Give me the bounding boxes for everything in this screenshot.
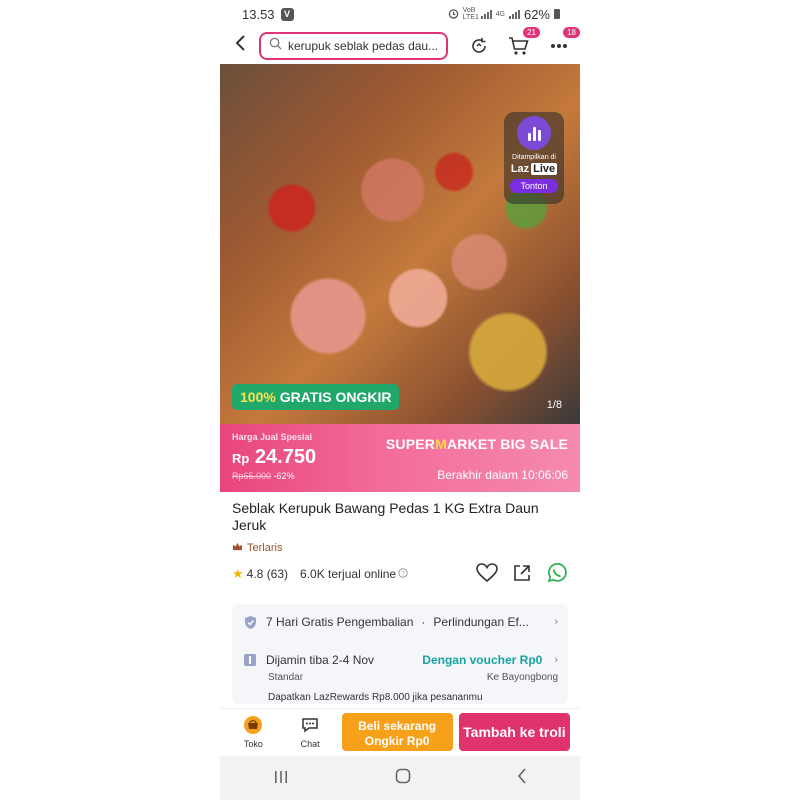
status-bar: 13.53 V VoB LTE1 4G 62% (220, 0, 580, 28)
signal-icon-2 (508, 9, 520, 19)
supermarket-big-sale-logo: SUPERMARKET BIG SALE (385, 436, 568, 452)
watch-live-button[interactable]: Tonton (510, 179, 558, 193)
alarm-icon (448, 7, 459, 22)
original-price: Rp65.000 -62% (232, 471, 295, 481)
protection-text: Perlindungan Ef... (433, 615, 529, 629)
delivery-box-icon (242, 652, 258, 668)
chat-label: Chat (300, 738, 320, 749)
info-icon[interactable]: ? (398, 567, 408, 581)
price-banner: Harga Jual Spesial Rp 24.750 Rp65.000 -6… (220, 424, 580, 492)
more-badge: 18 (563, 27, 580, 38)
laz-live-widget[interactable]: Ditampilkan di Laz Live Tonton (504, 112, 564, 204)
system-nav-bar (220, 756, 580, 800)
add-to-cart-button[interactable]: Tambah ke troli (458, 712, 570, 751)
bestseller-badge: Terlaris (220, 534, 580, 554)
store-icon (243, 715, 263, 737)
recent-apps-icon[interactable] (273, 768, 289, 789)
crown-icon (232, 542, 243, 554)
returns-text: 7 Hari Gratis Pengembalian (266, 615, 414, 629)
system-back-icon[interactable] (517, 767, 527, 789)
chevron-right-icon: › (554, 654, 558, 666)
live-bars-icon (517, 116, 551, 150)
top-nav: 21 18 (220, 27, 580, 64)
signal-icon (480, 9, 492, 19)
voucher-text: Dengan voucher Rp0 (422, 653, 543, 667)
shipping-destination: Ke Bayongbong (486, 672, 558, 683)
current-price: Rp 24.750 (232, 446, 317, 468)
rating-row: ★ 4.8 (63) 6.0K terjual online ? (220, 554, 580, 594)
whatsapp-icon[interactable] (546, 562, 568, 587)
store-label: Toko (243, 738, 263, 749)
battery-icon (554, 9, 560, 19)
chat-button[interactable]: Chat (285, 715, 336, 749)
chevron-right-icon: › (554, 616, 558, 628)
shipping-detail: Standar Ke Bayongbong (242, 672, 558, 688)
battery-percent: 62% (523, 6, 550, 22)
search-icon (269, 37, 282, 55)
product-title: Seblak Kerupuk Bawang Pedas 1 KG Extra D… (232, 500, 539, 533)
network-type: 4G (495, 10, 505, 18)
shield-icon (242, 614, 258, 630)
laz-live-logo: Laz Live (510, 163, 558, 175)
star-icon: ★ (232, 566, 244, 581)
status-time: 13.53 (242, 6, 275, 22)
more-options-icon[interactable]: 18 (548, 27, 580, 57)
service-info-box: 7 Hari Gratis Pengembalian · Perlindunga… (232, 604, 568, 704)
store-button[interactable]: Toko (228, 715, 279, 749)
product-image[interactable]: Ditampilkan di Laz Live Tonton 100% GRATI… (220, 64, 580, 424)
buy-now-button[interactable]: Beli sekarang Ongkir Rp0 (341, 712, 453, 751)
delivery-row[interactable]: Dijamin tiba 2-4 Nov Dengan voucher Rp0 … (242, 648, 558, 672)
volte-indicator: VoB LTE1 (462, 7, 479, 21)
wishlist-heart-icon[interactable] (476, 562, 498, 586)
image-counter: 1/8 (546, 399, 562, 411)
back-arrow-icon[interactable] (234, 34, 247, 58)
search-bar[interactable] (259, 32, 448, 60)
search-input[interactable] (288, 39, 438, 53)
free-shipping-badge: 100% GRATIS ONGKIR (232, 384, 400, 410)
cart-icon[interactable]: 21 (508, 27, 540, 57)
price-label: Harga Jual Spesial (232, 432, 313, 442)
review-count[interactable]: (63) (267, 567, 288, 581)
live-caption: Ditampilkan di (512, 154, 556, 161)
app-notification-icon: V (280, 7, 294, 21)
refresh-icon[interactable] (468, 35, 490, 57)
shipping-type: Standar (268, 672, 304, 683)
sale-countdown: Berakhir dalam 10:06:06 (437, 468, 568, 482)
chat-icon (300, 715, 320, 737)
share-icon[interactable] (512, 563, 532, 586)
delivery-estimate: Dijamin tiba 2-4 Nov (266, 653, 375, 667)
sold-count: 6.0K terjual online (300, 567, 397, 581)
cart-badge: 21 (523, 27, 540, 38)
rating-value[interactable]: 4.8 (247, 567, 264, 581)
bottom-action-bar: Toko Chat Beli sekarang Ongkir Rp0 Tambah… (220, 708, 580, 754)
rewards-text: Dapatkan LazRewards Rp8.000 jika pesanan… (268, 692, 483, 703)
phone-screen: 13.53 V VoB LTE1 4G 62% kerupuk seblak p… (220, 0, 580, 800)
returns-row[interactable]: 7 Hari Gratis Pengembalian · Perlindunga… (242, 610, 558, 634)
home-icon[interactable] (395, 768, 411, 789)
